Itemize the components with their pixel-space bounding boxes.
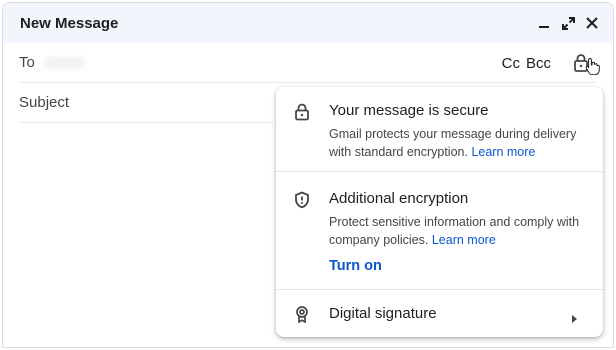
compose-window: New Message To Cc Bcc Subject Your messa… bbox=[2, 2, 614, 348]
expand-icon[interactable] bbox=[561, 16, 575, 30]
minimize-icon[interactable] bbox=[537, 16, 551, 30]
turn-on-button[interactable]: Turn on bbox=[329, 258, 382, 274]
secure-description: Gmail protects your message during deliv… bbox=[329, 127, 577, 159]
recipient-chip[interactable] bbox=[44, 56, 85, 69]
close-icon[interactable] bbox=[585, 16, 599, 30]
compose-title: New Message bbox=[20, 14, 119, 32]
lock-icon bbox=[293, 103, 311, 121]
certificate-icon bbox=[293, 305, 311, 324]
encryption-learn-more-link[interactable]: Learn more bbox=[432, 233, 496, 247]
cc-bcc-links: Cc Bcc bbox=[502, 43, 551, 83]
window-controls bbox=[537, 16, 599, 30]
digital-signature-item[interactable]: Digital signature bbox=[276, 291, 603, 337]
encryption-title: Additional encryption bbox=[329, 190, 469, 207]
encryption-description: Protect sensitive information and comply… bbox=[329, 215, 580, 247]
chevron-right-icon bbox=[571, 310, 577, 328]
secure-section: Your message is secure Gmail protects yo… bbox=[276, 87, 603, 172]
cc-link[interactable]: Cc bbox=[502, 55, 520, 72]
compose-header: New Message bbox=[3, 3, 613, 43]
hand-cursor-icon bbox=[585, 57, 601, 79]
secure-title: Your message is secure bbox=[329, 102, 489, 119]
subject-field[interactable]: Subject bbox=[19, 83, 273, 123]
secure-learn-more-link[interactable]: Learn more bbox=[471, 145, 535, 159]
bcc-link[interactable]: Bcc bbox=[526, 55, 551, 72]
to-label: To bbox=[19, 54, 35, 71]
security-popover: Your message is secure Gmail protects yo… bbox=[276, 87, 603, 337]
digital-signature-title: Digital signature bbox=[329, 305, 437, 322]
shield-icon bbox=[293, 191, 311, 209]
subject-placeholder: Subject bbox=[19, 94, 70, 111]
to-field[interactable]: To Cc Bcc bbox=[19, 43, 600, 83]
encryption-section: Additional encryption Protect sensitive … bbox=[276, 173, 603, 290]
